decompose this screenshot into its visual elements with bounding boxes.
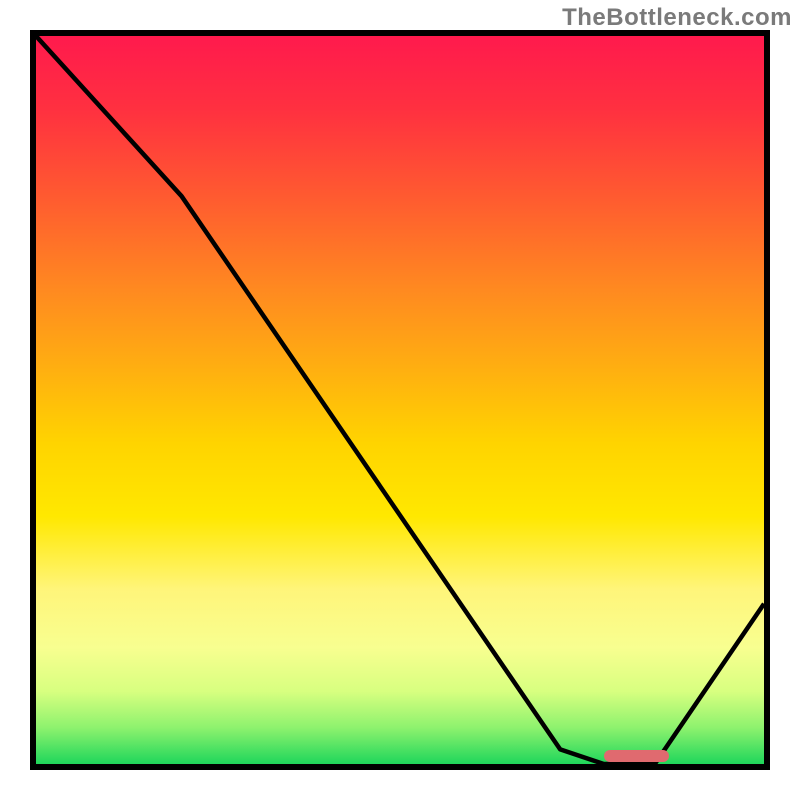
root: TheBottleneck.com (0, 0, 800, 800)
watermark-text: TheBottleneck.com (562, 4, 792, 32)
plot-frame (30, 30, 770, 770)
optimum-marker (604, 750, 670, 762)
curve-svg (36, 36, 764, 764)
curve-path (36, 36, 764, 764)
